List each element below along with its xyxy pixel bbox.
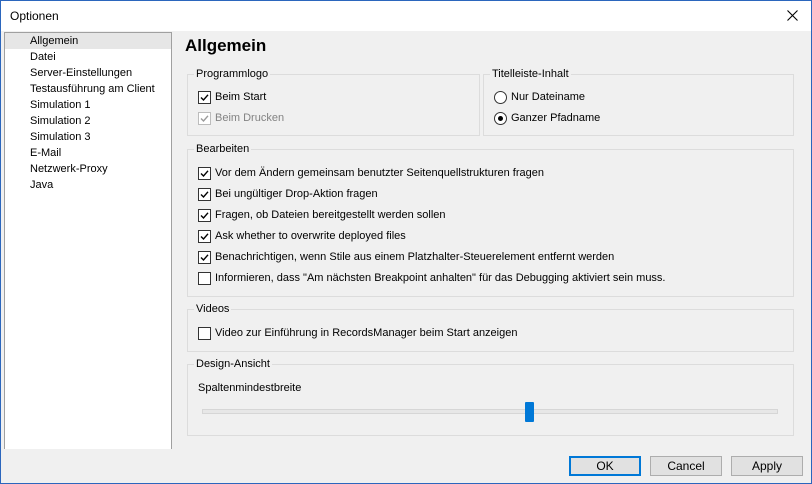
bearbeiten-checkbox-5[interactable] xyxy=(198,250,211,264)
titelleiste-group-label: Titelleiste-Inhalt xyxy=(490,67,571,81)
bearbeiten-label-1: Vor dem Ändern gemeinsam benutzter Seite… xyxy=(215,167,544,179)
bearbeiten-label-6: Informieren, dass "Am nächsten Breakpoin… xyxy=(215,272,666,284)
apply-button[interactable]: Apply xyxy=(731,456,803,476)
category-list[interactable]: Allgemein Datei Server-Einstellungen Tes… xyxy=(4,32,172,450)
options-dialog: Optionen Allgemein Datei Server-Einstell… xyxy=(0,0,812,484)
bearbeiten-option-6[interactable]: Informieren, dass "Am nächsten Breakpoin… xyxy=(198,270,666,286)
bearbeiten-checkbox-1[interactable] xyxy=(198,166,211,180)
page-title: Allgemein xyxy=(185,36,267,55)
check-icon xyxy=(200,169,209,177)
window-title: Optionen xyxy=(10,9,59,23)
bearbeiten-option-1[interactable]: Vor dem Ändern gemeinsam benutzter Seite… xyxy=(198,165,544,181)
sidebar-item-server-einstellungen[interactable]: Server-Einstellungen xyxy=(5,65,171,81)
bearbeiten-checkbox-4[interactable] xyxy=(198,229,211,243)
settings-panel: Allgemein Programmlogo Beim Start Beim D… xyxy=(173,32,805,448)
bearbeiten-option-5[interactable]: Benachrichtigen, wenn Stile aus einem Pl… xyxy=(198,249,614,265)
dialog-footer: OK Cancel Apply xyxy=(1,449,811,483)
slider-track xyxy=(202,409,778,414)
intro-video-option[interactable]: Video zur Einführung in RecordsManager b… xyxy=(198,325,517,341)
design-ansicht-group: Design-Ansicht Spaltenmindestbreite xyxy=(187,357,794,436)
beim-drucken-option[interactable]: Beim Drucken xyxy=(198,110,284,126)
bearbeiten-option-2[interactable]: Bei ungültiger Drop-Aktion fragen xyxy=(198,186,378,202)
close-button[interactable] xyxy=(779,3,805,27)
radio-selected-dot xyxy=(498,115,503,121)
beim-drucken-checkbox[interactable] xyxy=(198,111,211,125)
check-icon xyxy=(200,93,209,101)
check-icon xyxy=(200,114,209,122)
titelleiste-group: Titelleiste-Inhalt Nur Dateiname Ganzer … xyxy=(483,67,794,136)
videos-group-label: Videos xyxy=(194,302,232,316)
bearbeiten-option-4[interactable]: Ask whether to overwrite deployed files xyxy=(198,228,406,244)
programmlogo-group-label: Programmlogo xyxy=(194,67,271,81)
intro-video-label: Video zur Einführung in RecordsManager b… xyxy=(215,327,518,339)
sidebar-item-datei[interactable]: Datei xyxy=(5,49,171,65)
design-ansicht-group-label: Design-Ansicht xyxy=(194,357,272,371)
bearbeiten-label-2: Bei ungültiger Drop-Aktion fragen xyxy=(215,188,378,200)
sidebar-item-simulation-2[interactable]: Simulation 2 xyxy=(5,113,171,129)
ganzer-pfadname-radio[interactable] xyxy=(494,111,507,125)
check-icon xyxy=(200,253,209,261)
beim-drucken-label: Beim Drucken xyxy=(215,112,285,124)
bearbeiten-label-3: Fragen, ob Dateien bereitgestellt werden… xyxy=(215,209,446,221)
nur-dateiname-radio[interactable] xyxy=(494,90,507,104)
sidebar-item-e-mail[interactable]: E-Mail xyxy=(5,145,171,161)
bearbeiten-group: Bearbeiten Vor dem Ändern gemeinsam benu… xyxy=(187,142,794,297)
cancel-button[interactable]: Cancel xyxy=(650,456,722,476)
bearbeiten-group-label: Bearbeiten xyxy=(194,142,252,156)
sidebar-item-java[interactable]: Java xyxy=(5,177,171,193)
bearbeiten-option-3[interactable]: Fragen, ob Dateien bereitgestellt werden… xyxy=(198,207,446,223)
bearbeiten-checkbox-3[interactable] xyxy=(198,208,211,222)
sidebar-item-simulation-3[interactable]: Simulation 3 xyxy=(5,129,171,145)
slider-thumb[interactable] xyxy=(525,402,534,422)
bearbeiten-checkbox-2[interactable] xyxy=(198,187,211,201)
title-bar: Optionen xyxy=(1,1,811,31)
programmlogo-group: Programmlogo Beim Start Beim Drucken xyxy=(187,67,480,136)
videos-group: Videos Video zur Einführung in RecordsMa… xyxy=(187,302,794,352)
check-icon xyxy=(200,190,209,198)
bearbeiten-label-4: Ask whether to overwrite deployed files xyxy=(215,230,406,242)
sidebar-item-simulation-1[interactable]: Simulation 1 xyxy=(5,97,171,113)
check-icon xyxy=(200,211,209,219)
nur-dateiname-option[interactable]: Nur Dateiname xyxy=(494,89,585,105)
sidebar-item-netzwerk-proxy[interactable]: Netzwerk-Proxy xyxy=(5,161,171,177)
check-icon xyxy=(200,232,209,240)
ok-button[interactable]: OK xyxy=(569,456,641,476)
beim-start-option[interactable]: Beim Start xyxy=(198,89,266,105)
sidebar-item-allgemein[interactable]: Allgemein xyxy=(5,33,171,49)
sidebar-item-testausfuehrung[interactable]: Testausführung am Client xyxy=(5,81,171,97)
beim-start-label: Beim Start xyxy=(215,91,267,103)
nur-dateiname-label: Nur Dateiname xyxy=(511,91,585,103)
intro-video-checkbox[interactable] xyxy=(198,326,211,340)
ganzer-pfadname-option[interactable]: Ganzer Pfadname xyxy=(494,110,600,126)
ganzer-pfadname-label: Ganzer Pfadname xyxy=(511,112,601,124)
beim-start-checkbox[interactable] xyxy=(198,90,211,104)
bearbeiten-label-5: Benachrichtigen, wenn Stile aus einem Pl… xyxy=(215,251,615,263)
close-icon xyxy=(786,9,798,21)
bearbeiten-checkbox-6[interactable] xyxy=(198,271,211,285)
spaltenmindestbreite-slider[interactable] xyxy=(202,400,778,424)
spaltenmindestbreite-label: Spaltenmindestbreite xyxy=(198,382,302,394)
